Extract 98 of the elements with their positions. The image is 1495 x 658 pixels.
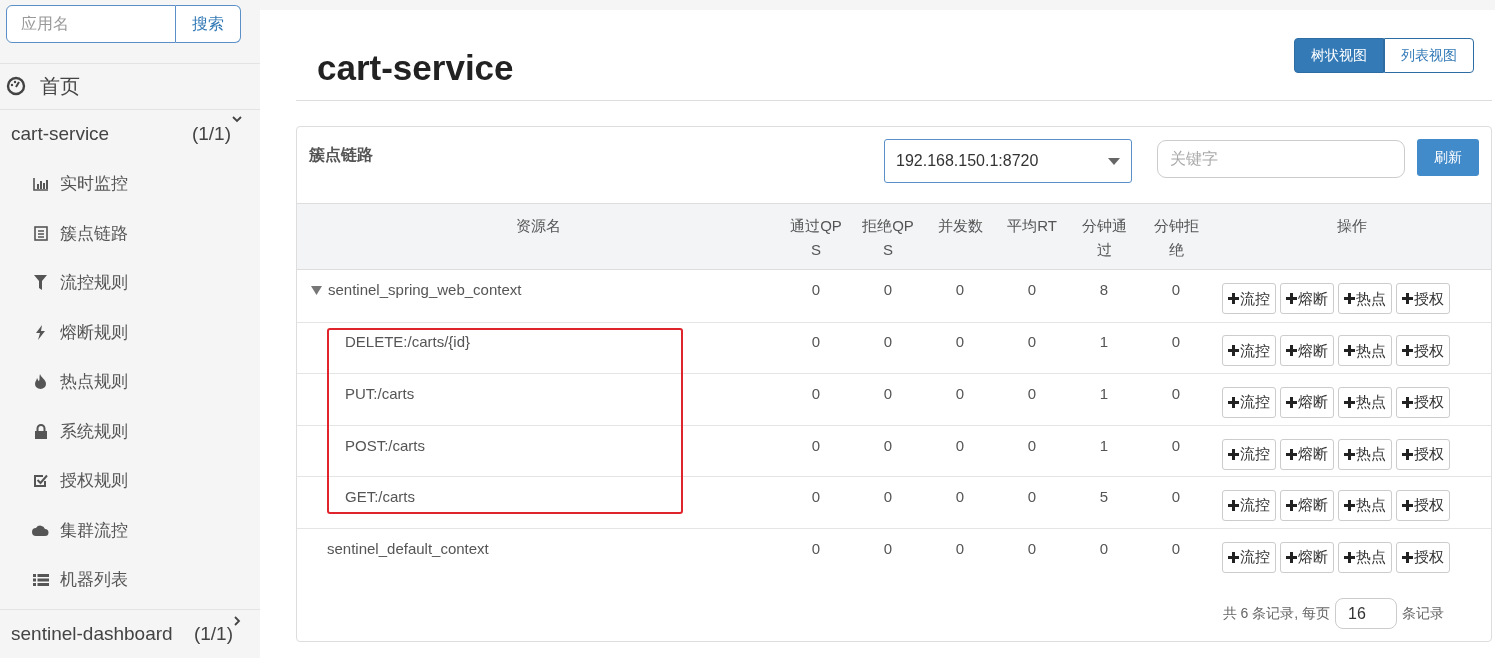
add-rule-button[interactable]: 熔断	[1280, 335, 1334, 367]
panel-title: 簇点链路	[309, 145, 374, 165]
add-rule-button[interactable]: 授权	[1396, 335, 1450, 367]
app-name-field[interactable]: 应用名	[6, 5, 176, 43]
table-cell-text: 0	[955, 435, 965, 456]
table-cell-text: 0	[955, 332, 965, 353]
table-cell-text: 0	[955, 538, 965, 559]
view-tab[interactable]: 树状视图	[1294, 38, 1384, 73]
menu-item[interactable]: 系统规则	[60, 418, 128, 445]
menu-item[interactable]: 机器列表	[60, 567, 128, 593]
add-rule-button[interactable]: 热点	[1338, 438, 1392, 470]
table-cell-text: 0	[811, 279, 821, 300]
column-header: 拒绝QPS	[861, 216, 915, 260]
add-rule-button[interactable]: 授权	[1396, 438, 1450, 470]
table-cell-text: 0	[1027, 538, 1037, 559]
table-cell-text: 0	[1027, 487, 1037, 508]
add-rule-button[interactable]: 热点	[1338, 335, 1392, 367]
app-group-header[interactable]: sentinel-dashboard (1/1)	[0, 608, 260, 658]
add-rule-button[interactable]: 授权	[1396, 541, 1450, 573]
table-cell-text: 0	[955, 487, 965, 508]
table-cell-text: 0	[1171, 538, 1181, 559]
table-cell-text: 0	[1027, 383, 1037, 404]
add-rule-button[interactable]: 熔断	[1280, 438, 1334, 470]
table-cell-text: 0	[1027, 332, 1037, 353]
table-cell-text: 0	[1171, 487, 1181, 508]
column-header: 分钟拒绝	[1152, 216, 1200, 260]
table-cell-text: 1	[1099, 383, 1109, 404]
add-rule-button[interactable]: 流控	[1222, 490, 1276, 522]
table-cell-text: 0	[811, 332, 821, 353]
machine-dropdown[interactable]: 192.168.150.1:8720	[884, 139, 1132, 183]
page-title: cart-service	[317, 47, 514, 89]
add-rule-button[interactable]: 授权	[1396, 490, 1450, 522]
column-header: 分钟通过	[1080, 216, 1128, 260]
table-cell-text: 0	[1171, 332, 1181, 353]
table-cell-text: 0	[811, 538, 821, 559]
resource-name: GET:/carts	[345, 487, 415, 508]
resource-name: POST:/carts	[345, 435, 426, 456]
column-header: 并发数	[937, 216, 983, 236]
table-cell-text: 0	[883, 487, 893, 508]
add-rule-button[interactable]: 热点	[1338, 283, 1392, 315]
add-rule-button[interactable]: 熔断	[1280, 541, 1334, 573]
table-cell-text: 1	[1099, 435, 1109, 456]
add-rule-button[interactable]: 流控	[1222, 283, 1276, 315]
add-rule-button[interactable]: 热点	[1338, 490, 1392, 522]
resource-name: sentinel_default_context	[327, 538, 489, 559]
add-rule-button[interactable]: 授权	[1396, 387, 1450, 418]
menu-item[interactable]: 实时监控	[60, 171, 128, 197]
resource-name: PUT:/carts	[345, 383, 415, 404]
table-cell-text: 0	[883, 383, 893, 404]
resource-name: sentinel_spring_web_context	[328, 279, 522, 300]
table-cell-text: 0	[1027, 279, 1037, 300]
add-rule-button[interactable]: 流控	[1222, 335, 1276, 367]
menu-item[interactable]: 簇点链路	[60, 220, 128, 247]
page-size-field[interactable]: 16	[1335, 598, 1397, 629]
menu-item[interactable]: 熔断规则	[60, 319, 128, 346]
add-rule-button[interactable]: 授权	[1396, 283, 1450, 315]
app-group-header[interactable]: cart-service (1/1)	[0, 109, 260, 160]
table-cell-text: 0	[883, 279, 893, 300]
add-rule-button[interactable]: 热点	[1338, 387, 1392, 418]
table-cell-text: 0	[1171, 279, 1181, 300]
table-cell-text: 0	[811, 435, 821, 456]
table-cell-text: 0	[811, 383, 821, 404]
column-header: 操作	[1336, 216, 1367, 236]
menu-item[interactable]: 授权规则	[60, 468, 128, 494]
add-rule-button[interactable]: 熔断	[1280, 387, 1334, 418]
table-cell-text: 0	[883, 332, 893, 353]
view-tab[interactable]: 列表视图	[1384, 38, 1474, 73]
add-rule-button[interactable]: 流控	[1222, 387, 1276, 418]
menu-item[interactable]: 集群流控	[60, 517, 128, 544]
keyword-field[interactable]: 关键字	[1157, 140, 1405, 178]
menu-item[interactable]: 流控规则	[60, 270, 128, 296]
table-cell-text: 8	[1099, 279, 1109, 300]
records-label: 条记录	[1402, 604, 1444, 623]
table-cell-text: 0	[1171, 383, 1181, 404]
table-cell-text: 0	[1099, 538, 1109, 559]
table-cell-text: 5	[1099, 487, 1109, 508]
table-cell-text: 0	[1027, 435, 1037, 456]
home-link[interactable]: 首页	[40, 71, 80, 102]
column-header: 资源名	[516, 216, 561, 236]
table-cell-text: 0	[955, 279, 965, 300]
add-rule-button[interactable]: 热点	[1338, 541, 1392, 573]
search-button[interactable]: 搜索	[176, 5, 241, 43]
add-rule-button[interactable]: 熔断	[1280, 283, 1334, 315]
add-rule-button[interactable]: 流控	[1222, 541, 1276, 573]
resource-name: DELETE:/carts/{id}	[345, 332, 471, 353]
record-count-text: 共 6 条记录, 每页	[1222, 604, 1330, 623]
table-cell-text: 0	[955, 383, 965, 404]
table-cell-text: 0	[883, 435, 893, 456]
add-rule-button[interactable]: 熔断	[1280, 490, 1334, 522]
column-header: 平均RT	[1007, 216, 1057, 236]
table-cell-text: 0	[811, 487, 821, 508]
menu-item[interactable]: 热点规则	[60, 369, 128, 395]
table-cell-text: 0	[883, 538, 893, 559]
table-cell-text: 0	[1171, 435, 1181, 456]
add-rule-button[interactable]: 流控	[1222, 438, 1276, 470]
column-header: 通过QPS	[789, 216, 843, 260]
refresh-button[interactable]: 刷新	[1417, 139, 1479, 176]
table-cell-text: 1	[1099, 332, 1109, 353]
